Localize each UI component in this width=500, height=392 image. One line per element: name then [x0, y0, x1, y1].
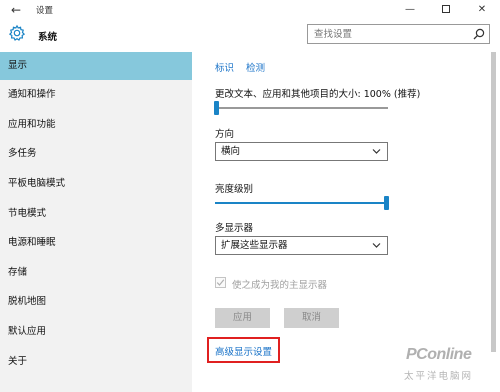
search-box[interactable]: [307, 24, 490, 44]
sidebar-item-battery-saver[interactable]: 节电模式: [0, 200, 192, 228]
window-title: 设置: [36, 6, 54, 16]
scale-slider-thumb[interactable]: [214, 101, 219, 115]
scrollbar[interactable]: [491, 52, 496, 352]
scale-label: 更改文本、应用和其他项目的大小: 100% (推荐): [215, 89, 421, 100]
back-button[interactable]: ←: [8, 2, 24, 18]
sidebar-item-default-apps[interactable]: 默认应用: [0, 318, 192, 346]
section-title: 系统: [38, 32, 58, 43]
maximize-button[interactable]: [428, 0, 464, 20]
close-button[interactable]: ✕: [464, 0, 500, 20]
gear-icon: [8, 24, 26, 41]
brightness-label: 亮度级别: [215, 184, 254, 195]
sidebar-item-storage[interactable]: 存储: [0, 259, 192, 287]
maximize-icon: [442, 5, 450, 13]
sidebar: 显示 通知和操作 应用和功能 多任务 平板电脑模式 节电模式 电源和睡眠 存储 …: [0, 52, 192, 392]
apply-button[interactable]: 应用: [215, 308, 270, 328]
chevron-down-icon: [372, 243, 381, 248]
orientation-label: 方向: [215, 129, 235, 140]
search-icon[interactable]: [473, 28, 485, 40]
main-display-checkbox-label: 使之成为我的主显示器: [232, 280, 328, 291]
detect-link[interactable]: 检测: [246, 60, 265, 74]
sidebar-item-power-sleep[interactable]: 电源和睡眠: [0, 229, 192, 257]
watermark-brand: PConline: [406, 346, 472, 363]
sidebar-item-apps-features[interactable]: 应用和功能: [0, 111, 192, 139]
brightness-slider-thumb[interactable]: [384, 196, 389, 210]
cancel-button[interactable]: 取消: [284, 308, 339, 328]
orientation-dropdown[interactable]: 横向: [215, 142, 388, 161]
sidebar-item-about[interactable]: 关于: [0, 348, 192, 376]
checkmark-icon: [216, 279, 225, 286]
search-input[interactable]: [308, 25, 468, 43]
identify-link[interactable]: 标识: [215, 60, 234, 74]
orientation-value: 横向: [221, 146, 241, 157]
multi-display-label: 多显示器: [215, 223, 254, 234]
main-display-checkbox[interactable]: [215, 277, 226, 288]
title-bar: ← 设置 — ✕: [0, 0, 500, 20]
sidebar-item-offline-maps[interactable]: 脱机地图: [0, 288, 192, 316]
sidebar-item-tablet-mode[interactable]: 平板电脑模式: [0, 170, 192, 198]
advanced-display-settings-link[interactable]: 高级显示设置: [215, 344, 272, 358]
watermark-subtitle: 太平洋电脑网: [404, 371, 474, 382]
watermark: PConline 太平洋电脑网: [392, 346, 496, 388]
chevron-down-icon: [372, 149, 381, 154]
scale-slider-track: [215, 107, 388, 109]
sidebar-item-notifications[interactable]: 通知和操作: [0, 81, 192, 109]
minimize-button[interactable]: —: [392, 0, 428, 20]
brightness-slider-fill: [215, 202, 386, 204]
sidebar-item-display[interactable]: 显示: [0, 52, 192, 80]
multi-display-dropdown[interactable]: 扩展这些显示器: [215, 236, 388, 255]
sidebar-item-multitasking[interactable]: 多任务: [0, 140, 192, 168]
multi-display-value: 扩展这些显示器: [221, 240, 288, 251]
